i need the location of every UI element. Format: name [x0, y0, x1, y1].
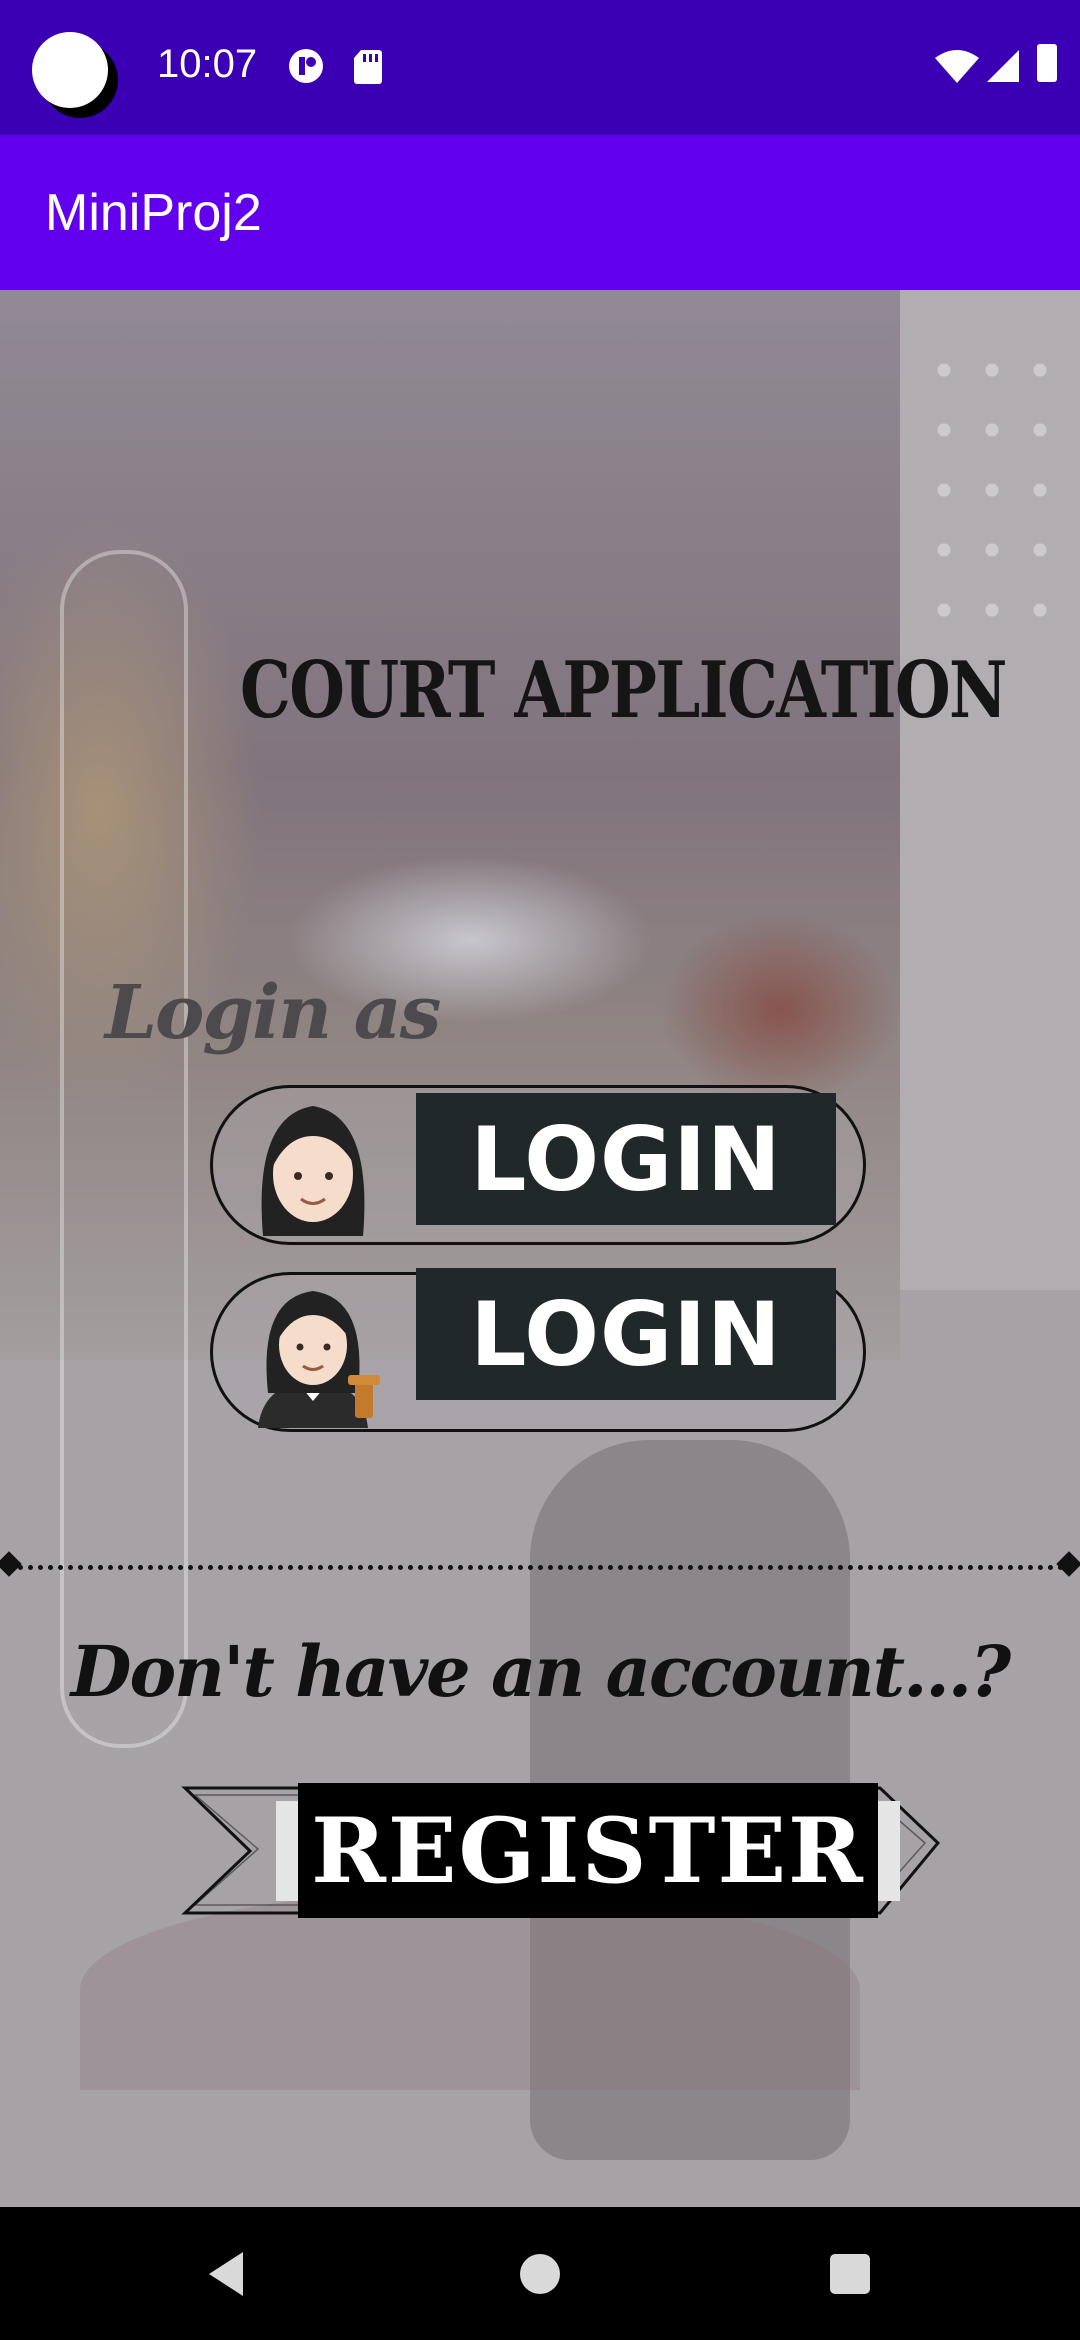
back-icon[interactable] [205, 2249, 247, 2299]
page-title: COURT APPLICATION [240, 645, 1007, 736]
screen: 10:07 MiniProj2 COURT APPLICATION Login … [0, 0, 1080, 2340]
login-button-user[interactable]: LOGIN [416, 1093, 836, 1225]
navigation-bar [0, 2207, 1080, 2340]
woman-judge-icon [258, 1291, 380, 1428]
notification-icon [289, 49, 323, 83]
divider-end-left [0, 1551, 22, 1577]
app-title: MiniProj2 [45, 184, 262, 242]
home-icon[interactable] [520, 2254, 560, 2294]
login-option-judge: LOGIN [210, 1268, 866, 1432]
divider-end-right [1056, 1551, 1080, 1577]
background-dots [920, 340, 1060, 640]
login-option-user: LOGIN [210, 1085, 866, 1245]
main-content: COURT APPLICATION Login as LOGIN LOGIN D… [0, 290, 1080, 2207]
login-as-label: Login as [105, 970, 441, 1056]
no-account-prompt: Don't have an account...? [70, 1630, 1011, 1713]
app-bar: MiniProj2 [0, 135, 1080, 290]
recents-icon[interactable] [830, 2254, 870, 2294]
signal-icon [987, 50, 1019, 82]
battery-icon [1037, 44, 1057, 82]
status-time: 10:07 [157, 42, 258, 86]
register-button[interactable]: REGISTER [276, 1783, 900, 1918]
register-banner: REGISTER [180, 1783, 940, 1933]
camera-cutout [32, 32, 108, 108]
wifi-icon [935, 50, 979, 83]
sd-card-icon [354, 50, 382, 84]
woman-icon [261, 1106, 365, 1236]
login-button-judge[interactable]: LOGIN [416, 1268, 836, 1400]
divider-line [8, 1565, 1074, 1570]
status-bar: 10:07 [0, 0, 1080, 135]
